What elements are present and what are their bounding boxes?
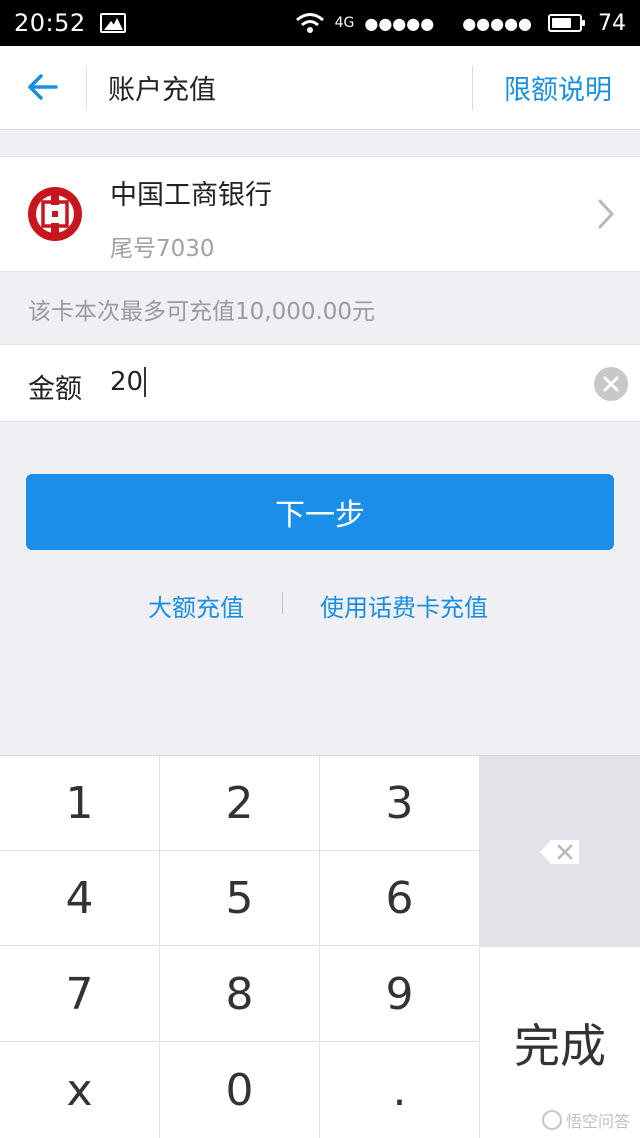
page-title: 账户充值 — [108, 75, 216, 106]
gallery-icon — [99, 13, 126, 33]
key-2[interactable]: 2 — [160, 756, 320, 851]
battery-fill — [552, 18, 572, 28]
key-6[interactable]: 6 — [320, 851, 480, 946]
battery-icon — [548, 14, 585, 32]
signal-dots: ●●●●● — [364, 13, 435, 33]
backspace-icon — [540, 839, 579, 864]
battery-percent: 74 — [598, 10, 626, 36]
amount-row: 金额 20 — [0, 344, 640, 422]
icbc-logo-icon — [28, 187, 82, 241]
status-indicators: 4G ●●●●● ●●●●● 74 — [295, 11, 626, 36]
key-0[interactable]: 0 — [160, 1043, 320, 1138]
limit-info-link[interactable]: 限额说明 — [504, 68, 612, 107]
back-arrow-icon — [28, 74, 58, 100]
large-recharge-link[interactable]: 大额充值 — [148, 588, 244, 623]
phone-card-recharge-link[interactable]: 使用话费卡充值 — [320, 588, 488, 623]
header-divider — [86, 66, 87, 110]
key-3[interactable]: 3 — [320, 756, 480, 851]
text-cursor — [144, 367, 147, 397]
alt-recharge-links: 大额充值 使用话费卡充值 — [0, 588, 640, 624]
watermark: 悟空问答 — [541, 1108, 630, 1132]
key-4[interactable]: 4 — [0, 851, 160, 946]
signal-dots-2: ●●●●● — [462, 13, 532, 33]
backspace-key[interactable] — [480, 756, 640, 947]
key-7[interactable]: 7 — [0, 947, 160, 1042]
key-9[interactable]: 9 — [320, 947, 480, 1042]
link-divider — [282, 592, 283, 614]
watermark-logo-icon — [541, 1110, 562, 1130]
watermark-text: 悟空问答 — [565, 1112, 630, 1131]
numeric-keypad: 1 2 3 4 5 6 7 8 9 x 0 . 完成 悟空问答 — [0, 755, 640, 1138]
status-bar: 20:52 4G ●●●●● ●●●●● 74 — [0, 0, 640, 46]
card-tail-number: 尾号7030 — [110, 236, 215, 262]
status-time: 20:52 — [14, 9, 86, 37]
next-step-button[interactable]: 下一步 — [26, 474, 614, 550]
amount-value: 20 — [110, 367, 144, 397]
bank-card-selector[interactable]: 中国工商银行 尾号7030 — [0, 156, 640, 272]
bank-name: 中国工商银行 — [110, 180, 272, 211]
key-x[interactable]: x — [0, 1043, 160, 1138]
key-5[interactable]: 5 — [160, 851, 320, 946]
network-label: 4G — [334, 15, 355, 31]
key-8[interactable]: 8 — [160, 947, 320, 1042]
limit-notice: 该卡本次最多可充值10,000.00元 — [28, 299, 376, 325]
chevron-right-icon — [598, 199, 614, 229]
back-button[interactable] — [20, 64, 66, 110]
wifi-icon — [295, 12, 325, 34]
close-icon — [603, 376, 619, 392]
clear-button[interactable] — [594, 367, 628, 401]
header-divider-right — [472, 66, 473, 110]
key-1[interactable]: 1 — [0, 756, 160, 851]
amount-label: 金额 — [28, 374, 82, 405]
app-header: 账户充值 限额说明 — [0, 46, 640, 130]
key-dot[interactable]: . — [320, 1043, 480, 1138]
amount-input[interactable]: 20 — [110, 367, 147, 397]
